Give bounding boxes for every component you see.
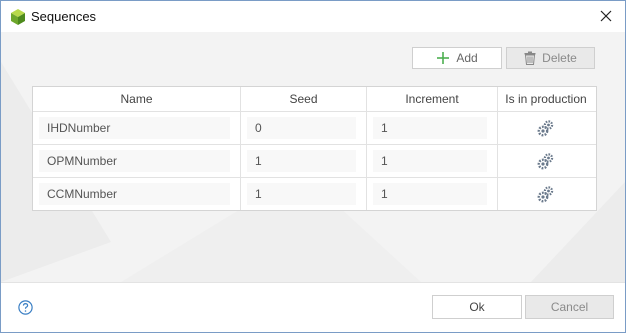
delete-button[interactable]: Delete (506, 47, 595, 69)
sequences-dialog: Sequences Add Delete Name Seed Increment… (0, 0, 626, 333)
plus-icon (437, 52, 450, 64)
gears-icon (537, 120, 554, 137)
add-button-label: Add (456, 51, 478, 65)
increment-field[interactable]: 1 (373, 183, 487, 205)
dialog-footer: Ok Cancel (1, 282, 625, 332)
column-header-seed[interactable]: Seed (240, 87, 366, 111)
gears-icon (537, 186, 554, 203)
column-header-is-in-production[interactable]: Is in production (497, 87, 594, 111)
name-cell: CCMNumber (33, 178, 240, 210)
seed-cell: 1 (240, 145, 366, 177)
name-field[interactable]: CCMNumber (39, 183, 230, 205)
column-header-name[interactable]: Name (33, 87, 240, 111)
seed-field[interactable]: 0 (247, 117, 356, 139)
close-icon[interactable] (597, 7, 615, 25)
sequences-table: Name Seed Increment Is in production IHD… (32, 86, 597, 211)
production-cell[interactable] (497, 145, 594, 177)
increment-field[interactable]: 1 (373, 117, 487, 139)
title-bar: Sequences (1, 1, 625, 32)
production-cell[interactable] (497, 112, 594, 144)
gears-icon (537, 153, 554, 170)
name-field[interactable]: OPMNumber (39, 150, 230, 172)
seed-field[interactable]: 1 (247, 150, 356, 172)
green-cube-icon (11, 9, 25, 25)
column-header-increment[interactable]: Increment (366, 87, 497, 111)
production-cell[interactable] (497, 178, 594, 210)
help-circle-icon[interactable] (18, 300, 33, 315)
ok-button[interactable]: Ok (432, 295, 522, 319)
increment-field[interactable]: 1 (373, 150, 487, 172)
table-header: Name Seed Increment Is in production (33, 87, 596, 111)
trash-icon (524, 51, 536, 65)
increment-cell: 1 (366, 112, 497, 144)
table-row: CCMNumber 1 1 (33, 177, 596, 210)
seed-cell: 0 (240, 112, 366, 144)
table-row: OPMNumber 1 1 (33, 144, 596, 177)
seed-field[interactable]: 1 (247, 183, 356, 205)
name-cell: OPMNumber (33, 145, 240, 177)
dialog-content: Add Delete Name Seed Increment Is in pro… (1, 32, 625, 282)
increment-cell: 1 (366, 145, 497, 177)
window-title: Sequences (31, 9, 97, 24)
name-cell: IHDNumber (33, 112, 240, 144)
delete-button-label: Delete (542, 51, 577, 65)
table-row: IHDNumber 0 1 (33, 111, 596, 144)
increment-cell: 1 (366, 178, 497, 210)
name-field[interactable]: IHDNumber (39, 117, 230, 139)
seed-cell: 1 (240, 178, 366, 210)
cancel-button[interactable]: Cancel (525, 295, 614, 319)
add-button[interactable]: Add (412, 47, 502, 69)
